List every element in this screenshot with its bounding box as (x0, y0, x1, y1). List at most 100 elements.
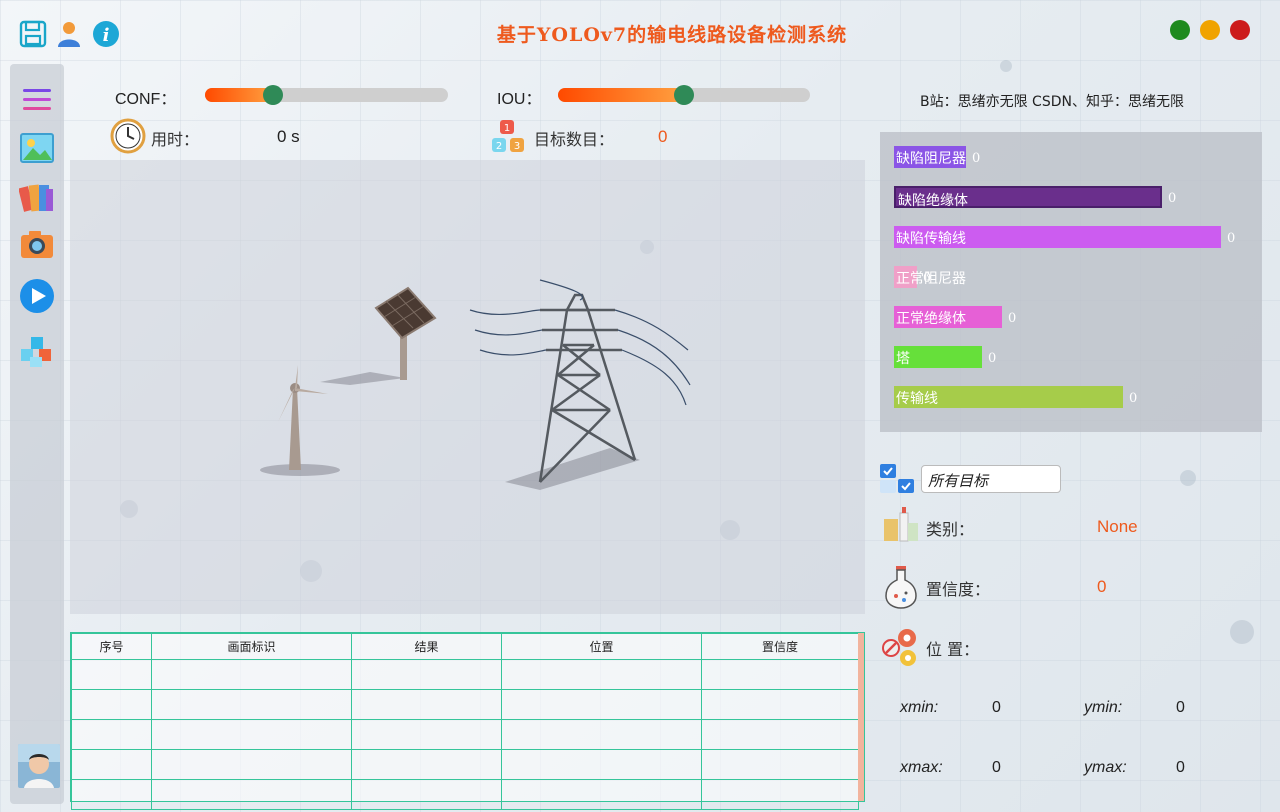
table-cell[interactable] (701, 659, 859, 690)
table-cell[interactable] (501, 749, 702, 780)
column-header[interactable]: 置信度 (701, 633, 859, 660)
table-cell[interactable] (501, 719, 702, 750)
class-bar-label: 塔 (896, 351, 910, 367)
column-header[interactable]: 位置 (501, 633, 702, 660)
table-row[interactable] (71, 779, 859, 810)
save-icon[interactable] (19, 20, 47, 48)
iou-label: IOU： (497, 91, 542, 108)
iou-slider-fill (558, 88, 684, 102)
results-table[interactable]: 序号 画面标识 结果 位置 置信度 (70, 632, 865, 810)
table-cell[interactable] (71, 689, 152, 720)
class-label: 类别： (926, 520, 975, 539)
conf-slider-handle[interactable] (263, 85, 284, 105)
author-credit: B站：思绪亦无限 CSDN、知乎：思绪无限 (920, 94, 1184, 110)
table-cell[interactable] (351, 689, 502, 720)
class-bar: 正常绝缘体 (894, 306, 1002, 328)
table-row[interactable] (71, 719, 859, 750)
transmission-tower-illustration (469, 279, 691, 490)
column-header[interactable]: 结果 (351, 633, 502, 660)
info-icon[interactable]: i (92, 20, 120, 48)
table-header-row: 序号 画面标识 结果 位置 置信度 (71, 633, 859, 660)
table-cell[interactable] (151, 719, 352, 750)
class-bar-value: 0 (1227, 231, 1236, 246)
ymin-label: ymin: (1084, 699, 1123, 716)
table-cell[interactable] (351, 719, 502, 750)
play-icon[interactable] (19, 278, 55, 314)
xmin-label: xmin: (900, 699, 939, 716)
table-cell[interactable] (701, 779, 859, 810)
xmin-value: 0 (992, 699, 1001, 716)
table-cell[interactable] (501, 659, 702, 690)
camera-icon[interactable] (19, 226, 55, 262)
confidence-label: 置信度： (926, 580, 991, 599)
image-display[interactable] (70, 160, 865, 614)
folder-icon[interactable] (19, 178, 55, 214)
conf-slider[interactable] (205, 85, 448, 105)
class-bar-label: 缺陷阻尼器 (896, 151, 966, 167)
class-bar-label: 正常绝缘体 (896, 311, 966, 327)
xmax-value: 0 (992, 759, 1001, 776)
class-bar-value: 0 (1168, 191, 1177, 206)
time-value: 0 s (277, 127, 300, 146)
table-cell[interactable] (71, 749, 152, 780)
table-cell[interactable] (151, 689, 352, 720)
table-cell[interactable] (71, 719, 152, 750)
class-bar-value: 0 (1008, 311, 1017, 326)
flask-icon (884, 566, 918, 614)
conf-label: CONF： (115, 91, 177, 108)
cubes-icon[interactable] (19, 334, 55, 370)
solar-panel-illustration (320, 286, 437, 385)
iou-slider[interactable] (558, 85, 810, 105)
svg-text:i: i (103, 25, 110, 46)
ymax-label: ymax: (1084, 759, 1127, 776)
target-count-value: 0 (658, 127, 668, 146)
svg-text:1: 1 (504, 123, 510, 134)
xmax-label: xmax: (900, 759, 943, 776)
class-bar: 缺陷绝缘体 (894, 186, 1162, 209)
target-select[interactable]: 所有目标 (921, 465, 1061, 493)
table-cell[interactable] (701, 689, 859, 720)
table-cell[interactable] (71, 659, 152, 690)
svg-text:3: 3 (514, 141, 520, 152)
scene-illustration (260, 279, 691, 490)
table-cell[interactable] (71, 779, 152, 810)
confidence-value: 0 (1097, 577, 1107, 596)
table-cell[interactable] (151, 749, 352, 780)
gear-icon (881, 626, 921, 672)
class-bar-value: 0 (972, 151, 981, 166)
table-scrollbar[interactable] (858, 633, 864, 801)
close-button[interactable] (1230, 20, 1250, 40)
svg-text:2: 2 (496, 141, 502, 152)
table-cell[interactable] (701, 749, 859, 780)
class-bar: 缺陷阻尼器 (894, 146, 966, 168)
column-header[interactable]: 画面标识 (151, 633, 352, 660)
class-bar-value: 0 (988, 351, 997, 366)
table-cell[interactable] (151, 659, 352, 690)
table-cell[interactable] (501, 779, 702, 810)
class-count-chart: 缺陷阻尼器 0 缺陷绝缘体 0 缺陷传输线 0 正常阻尼器 0 正常绝缘体 0 塔 0 传输线 0 (880, 132, 1262, 432)
image-icon[interactable] (19, 130, 55, 166)
table-cell[interactable] (701, 719, 859, 750)
user-icon[interactable] (56, 20, 84, 48)
target-count-label: 目标数目： (534, 130, 615, 149)
table-row[interactable] (71, 749, 859, 780)
maximize-button[interactable] (1200, 20, 1220, 40)
table-row[interactable] (71, 659, 859, 690)
minimize-button[interactable] (1170, 20, 1190, 40)
class-bar-label: 缺陷传输线 (896, 231, 966, 247)
table-cell[interactable] (501, 689, 702, 720)
avatar (18, 744, 60, 788)
table-cell[interactable] (351, 779, 502, 810)
table-cell[interactable] (151, 779, 352, 810)
class-bar: 缺陷传输线 (894, 226, 1221, 248)
class-bar-label: 缺陷绝缘体 (898, 193, 968, 209)
menu-icon[interactable] (19, 82, 55, 118)
class-bar-value: 0 (1129, 391, 1138, 406)
column-header[interactable]: 序号 (71, 633, 152, 660)
table-cell[interactable] (351, 659, 502, 690)
table-cell[interactable] (351, 749, 502, 780)
table-row[interactable] (71, 689, 859, 720)
ymax-value: 0 (1176, 759, 1185, 776)
checkbox-icon[interactable] (880, 463, 916, 499)
iou-slider-handle[interactable] (674, 85, 694, 105)
